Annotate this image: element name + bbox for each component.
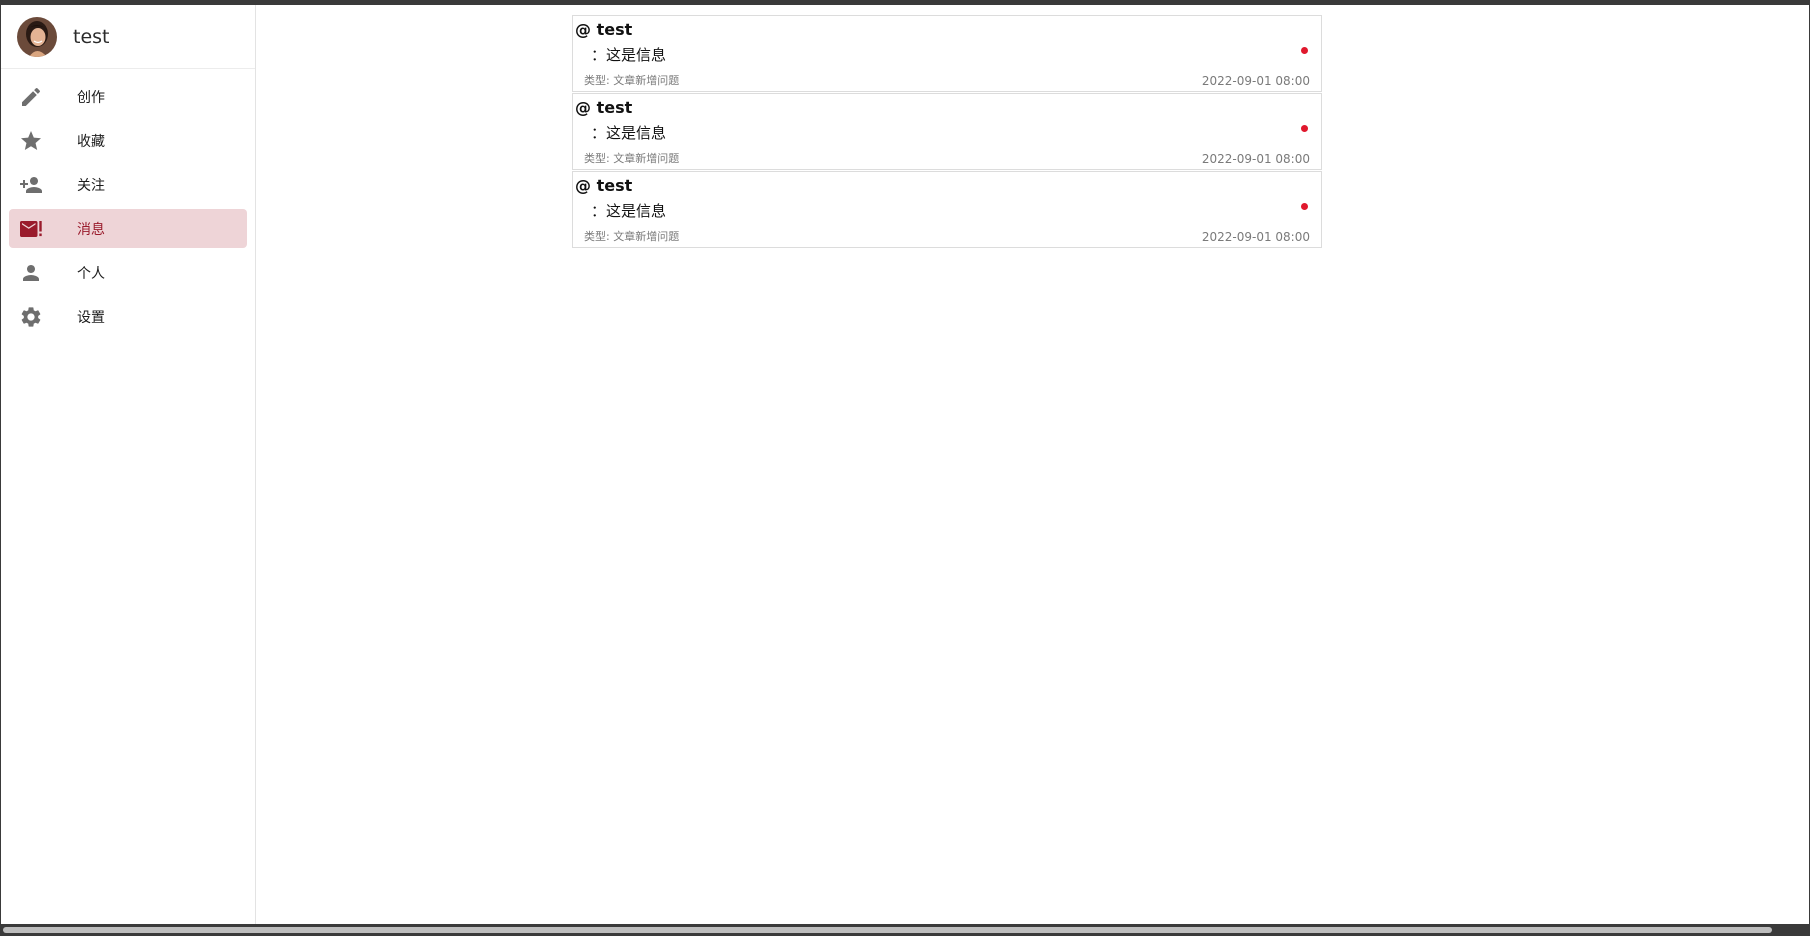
- scrollbar-thumb[interactable]: [3, 927, 1772, 933]
- message-type: 类型: 文章新增问题: [584, 230, 680, 243]
- sidebar-item-favorites[interactable]: 收藏: [9, 121, 247, 160]
- message-type: 类型: 文章新增问题: [584, 152, 680, 165]
- sidebar-item-messages[interactable]: 消息: [9, 209, 247, 248]
- horizontal-scrollbar[interactable]: [0, 924, 1810, 936]
- message-list: @ test ：这是信息 类型: 文章新增问题 2022-09-01 08:00…: [572, 15, 1322, 249]
- app-window: test 创作 收藏 关注 消息 个人 设置 @ test ：这是信息 类型: …: [1, 5, 1809, 924]
- message-body: ：这是信息: [591, 124, 667, 142]
- sidebar-item-follow[interactable]: 关注: [9, 165, 247, 204]
- message-time: 2022-09-01 08:00: [1201, 74, 1310, 88]
- sidebar-item-label: 个人: [77, 265, 105, 282]
- message-type: 类型: 文章新增问题: [584, 74, 680, 87]
- message-title: @ test: [575, 98, 633, 117]
- sidebar-item-personal[interactable]: 个人: [9, 253, 247, 292]
- gear-icon: [19, 305, 43, 329]
- message-time: 2022-09-01 08:00: [1201, 152, 1310, 166]
- pencil-icon: [19, 85, 43, 109]
- message-title: @ test: [575, 20, 633, 39]
- message-time: 2022-09-01 08:00: [1201, 230, 1310, 244]
- sidebar-nav: 创作 收藏 关注 消息 个人 设置: [1, 69, 255, 336]
- star-icon: [19, 129, 43, 153]
- unread-indicator: [1301, 203, 1308, 210]
- sidebar-item-settings[interactable]: 设置: [9, 297, 247, 336]
- message-body: ：这是信息: [591, 46, 667, 64]
- message-body: ：这是信息: [591, 202, 667, 220]
- message-item[interactable]: @ test ：这是信息 类型: 文章新增问题 2022-09-01 08:00: [572, 93, 1322, 170]
- sidebar: test 创作 收藏 关注 消息 个人 设置: [1, 5, 256, 924]
- person-icon: [19, 261, 43, 285]
- sidebar-item-label: 消息: [77, 221, 105, 238]
- unread-indicator: [1301, 125, 1308, 132]
- message-item[interactable]: @ test ：这是信息 类型: 文章新增问题 2022-09-01 08:00: [572, 15, 1322, 92]
- sidebar-item-label: 关注: [77, 177, 105, 194]
- sidebar-item-label: 收藏: [77, 133, 105, 150]
- sidebar-item-label: 创作: [77, 89, 105, 106]
- unread-indicator: [1301, 47, 1308, 54]
- user-profile[interactable]: test: [1, 5, 255, 69]
- sidebar-item-label: 设置: [77, 309, 105, 326]
- message-title: @ test: [575, 176, 633, 195]
- mail-alert-icon: [19, 217, 43, 241]
- message-item[interactable]: @ test ：这是信息 类型: 文章新增问题 2022-09-01 08:00: [572, 171, 1322, 248]
- username: test: [73, 25, 110, 48]
- sidebar-item-create[interactable]: 创作: [9, 77, 247, 116]
- avatar[interactable]: [17, 16, 57, 57]
- main-content: @ test ：这是信息 类型: 文章新增问题 2022-09-01 08:00…: [257, 5, 1809, 924]
- person-add-icon: [19, 173, 43, 197]
